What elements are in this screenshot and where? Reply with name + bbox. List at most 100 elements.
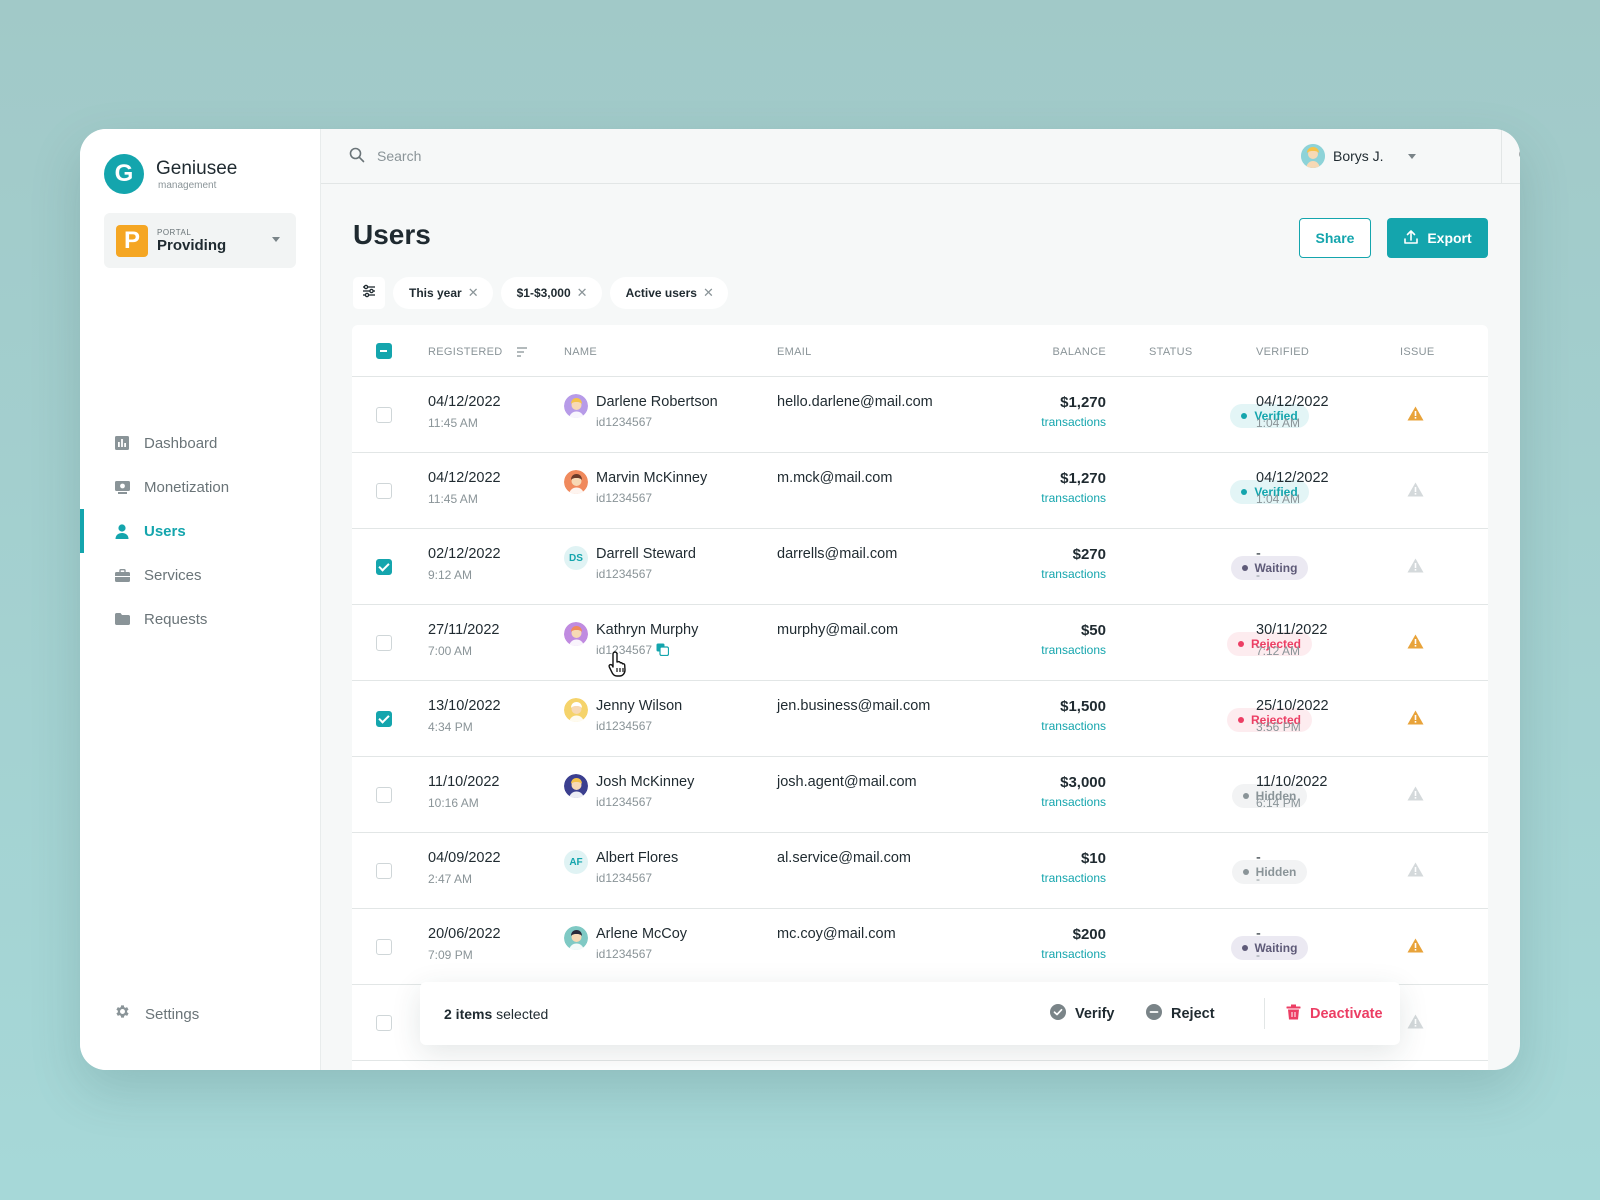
user-name[interactable]: Albert Flores [596, 850, 678, 866]
name-cell[interactable]: AF Albert Flores id1234567 [564, 850, 678, 885]
deactivate-label: Deactivate [1310, 1005, 1383, 1022]
user-name[interactable]: Josh McKinney [596, 774, 694, 790]
close-icon[interactable]: ✕ [577, 285, 588, 301]
warning-icon [1407, 786, 1424, 806]
filter-chip[interactable]: $1-$3,000 ✕ [500, 277, 602, 309]
name-cell[interactable]: Jenny Wilson id1234567 [564, 698, 682, 733]
divider [1264, 998, 1265, 1029]
selection-count-suffix: selected [496, 1005, 549, 1022]
transactions-link[interactable]: transactions [1041, 415, 1106, 429]
copy-icon[interactable] [656, 643, 670, 659]
verified-time: - [1256, 568, 1260, 582]
table-row[interactable]: 27/11/2022 7:00 AM Kathryn Murphy id1234567… [352, 605, 1488, 681]
transactions-link[interactable]: transactions [1041, 871, 1106, 885]
transactions-link[interactable]: transactions [1041, 795, 1106, 809]
filter-settings-button[interactable] [353, 277, 385, 309]
transactions-link[interactable]: transactions [1041, 567, 1106, 581]
folder-icon [114, 611, 130, 627]
language-selector[interactable]: En [1519, 146, 1520, 167]
brand[interactable]: G Geniusee management [104, 154, 237, 194]
name-cell[interactable]: Arlene McCoy id1234567 [564, 926, 687, 961]
row-checkbox[interactable] [376, 483, 392, 499]
warning-icon[interactable] [1407, 406, 1424, 426]
table-row[interactable]: 11/10/2022 10:16 AM Josh McKinney id1234567… [352, 757, 1488, 833]
user-name[interactable]: Darlene Robertson [596, 394, 718, 410]
warning-icon[interactable] [1407, 634, 1424, 654]
user-name[interactable]: Arlene McCoy [596, 926, 687, 942]
balance-cell: $1,270 transactions [1041, 470, 1106, 505]
registered-cell: 04/12/2022 11:45 AM [428, 470, 501, 506]
sidebar-item-users[interactable]: Users [80, 509, 321, 553]
user-name[interactable]: Kathryn Murphy [596, 622, 698, 638]
filter-chip-label: Active users [625, 286, 697, 300]
sidebar-item-dashboard[interactable]: Dashboard [80, 421, 321, 465]
portal-icon: P [116, 224, 148, 257]
sidebar-item-requests[interactable]: Requests [80, 597, 321, 641]
header-registered[interactable]: REGISTERED [428, 346, 503, 358]
user-name[interactable]: Marvin McKinney [596, 470, 707, 486]
row-checkbox[interactable] [376, 939, 392, 955]
table-row[interactable]: 04/09/2022 2:47 AM AF Albert Flores id123456… [352, 833, 1488, 909]
registered-time: 7:09 PM [428, 948, 473, 962]
name-cell[interactable]: Josh McKinney id1234567 [564, 774, 694, 809]
settings-label: Settings [145, 1005, 200, 1023]
row-checkbox[interactable] [376, 407, 392, 423]
select-all-checkbox[interactable] [376, 343, 392, 359]
search-input[interactable] [377, 143, 777, 169]
user-name[interactable]: Jenny Wilson [596, 698, 682, 714]
name-cell[interactable]: Darlene Robertson id1234567 [564, 394, 718, 429]
transactions-link[interactable]: transactions [1041, 643, 1106, 657]
row-checkbox[interactable] [376, 711, 392, 727]
user-name[interactable]: Darrell Steward [596, 546, 696, 562]
status-badge: Waiting [1230, 936, 1309, 960]
sliders-icon [362, 284, 376, 303]
verified-cell: -- [1256, 546, 1261, 582]
table-row[interactable]: 02/12/2022 9:12 AM DS Darrell Steward id1234… [352, 529, 1488, 605]
row-checkbox[interactable] [376, 1015, 392, 1031]
row-checkbox[interactable] [376, 559, 392, 575]
sort-icon[interactable] [516, 345, 528, 363]
name-cell[interactable]: DS Darrell Steward id1234567 [564, 546, 696, 581]
transactions-link[interactable]: transactions [1041, 947, 1106, 961]
selection-count-value: 2 items [444, 1005, 493, 1022]
sidebar-item-monetization[interactable]: Monetization [80, 465, 321, 509]
transactions-link[interactable]: transactions [1041, 719, 1106, 733]
table-row[interactable]: 20/06/2022 7:09 PM Arlene McCoy id1234567 mc… [352, 909, 1488, 985]
verify-button[interactable]: Verify [1050, 1003, 1115, 1024]
close-icon[interactable]: ✕ [703, 285, 714, 301]
reject-label: Reject [1171, 1005, 1215, 1022]
warning-icon[interactable] [1407, 710, 1424, 730]
table-header: REGISTERED NAME EMAIL BALANCE STATUS VER… [352, 325, 1488, 377]
user-menu[interactable]: Borys J. [1301, 144, 1416, 168]
table-row[interactable]: 04/12/2022 11:45 AM Darlene Robertson id123… [352, 377, 1488, 453]
table-row[interactable]: 04/12/2022 11:45 AM Marvin McKinney id12345… [352, 453, 1488, 529]
table-row[interactable]: 13/10/2022 4:34 PM Jenny Wilson id1234567 je… [352, 681, 1488, 757]
balance-amount: $200 [1072, 926, 1106, 943]
registered-cell: 13/10/2022 4:34 PM [428, 698, 501, 734]
deactivate-button[interactable]: Deactivate [1286, 1004, 1383, 1024]
row-checkbox[interactable] [376, 787, 392, 803]
topbar: Borys J. En [321, 129, 1520, 184]
warning-icon [1407, 558, 1424, 578]
row-checkbox[interactable] [376, 635, 392, 651]
sidebar-item-services[interactable]: Services [80, 553, 321, 597]
status-cell: Hidden [1168, 860, 1371, 884]
verified-time: - [1256, 948, 1260, 962]
user-id: id1234567 [596, 491, 653, 505]
verified-cell: -- [1256, 850, 1261, 886]
export-button[interactable]: Export [1387, 218, 1488, 258]
sidebar-item-settings[interactable]: Settings [114, 1003, 199, 1025]
header-issue: ISSUE [1400, 346, 1435, 358]
filter-chip[interactable]: This year ✕ [393, 277, 493, 309]
reject-button[interactable]: Reject [1146, 1003, 1215, 1024]
row-checkbox[interactable] [376, 863, 392, 879]
name-cell[interactable]: Kathryn Murphy id1234567 [564, 622, 698, 659]
close-icon[interactable]: ✕ [468, 285, 479, 301]
filter-chip[interactable]: Active users ✕ [609, 277, 728, 309]
portal-selector[interactable]: P PORTAL Providing [104, 213, 296, 268]
name-cell[interactable]: Marvin McKinney id1234567 [564, 470, 707, 505]
warning-icon[interactable] [1407, 938, 1424, 958]
transactions-link[interactable]: transactions [1041, 491, 1106, 505]
brand-subtitle: management [158, 179, 217, 191]
share-button[interactable]: Share [1299, 218, 1371, 258]
